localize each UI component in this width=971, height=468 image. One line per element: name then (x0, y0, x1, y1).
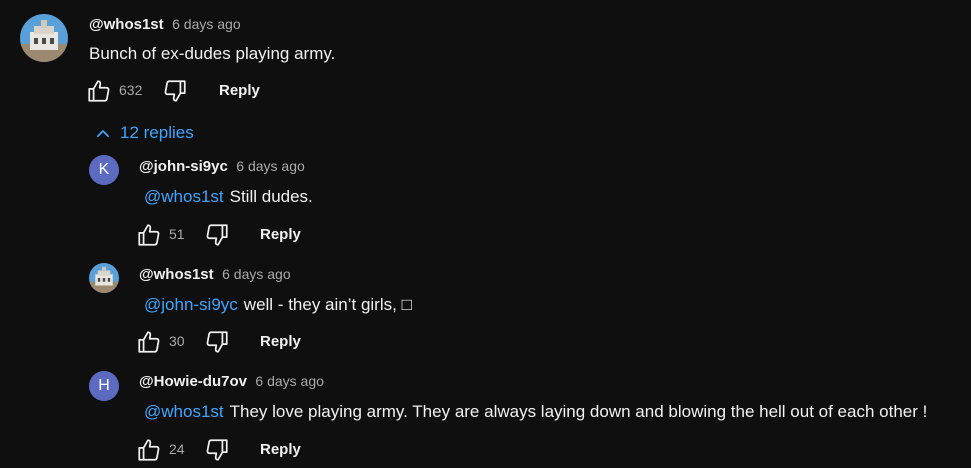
reply-header: @whos1st 6 days ago (139, 266, 291, 284)
reply-button[interactable]: Reply (260, 226, 301, 243)
reply-button[interactable]: Reply (219, 82, 260, 99)
thumbs-down-icon[interactable] (162, 78, 188, 104)
reply-text-content: Still dudes. (229, 187, 313, 206)
reply-text-content: They love playing army. They are always … (229, 402, 928, 421)
reply-author[interactable]: @john-si9yc (139, 158, 228, 175)
comment-timestamp[interactable]: 6 days ago (172, 16, 241, 32)
reply-author[interactable]: @Howie-du7ov (139, 373, 247, 390)
avatar[interactable] (20, 14, 68, 62)
reply-text: @john-si9yc well - they ain’t girls, □ (144, 295, 412, 315)
reply-text-content: well - they ain’t girls, □ (243, 295, 412, 314)
reply-actions: 24 Reply (136, 437, 336, 463)
reply-button[interactable]: Reply (260, 333, 301, 350)
mention-link[interactable]: @whos1st (144, 402, 224, 421)
thumbs-down-icon[interactable] (204, 222, 230, 248)
mention-link[interactable]: @john-si9yc (144, 295, 238, 314)
comment-header: @whos1st 6 days ago (89, 16, 241, 34)
comment-actions: 632 Reply (86, 78, 286, 104)
reply-header: @Howie-du7ov 6 days ago (139, 373, 324, 391)
reply-text: @whos1st Still dudes. (144, 187, 313, 207)
chevron-up-icon (96, 129, 110, 137)
like-count: 24 (169, 441, 185, 457)
reply-timestamp[interactable]: 6 days ago (255, 373, 324, 389)
reply-button[interactable]: Reply (260, 441, 301, 458)
avatar[interactable]: H (89, 371, 119, 401)
avatar[interactable] (89, 263, 119, 293)
reply-timestamp[interactable]: 6 days ago (236, 158, 305, 174)
replies-toggle-label: 12 replies (120, 123, 194, 142)
thumbs-down-icon[interactable] (204, 437, 230, 463)
thumbs-up-icon[interactable] (136, 329, 162, 355)
thumbs-up-icon[interactable] (136, 222, 162, 248)
thumbs-up-icon[interactable] (86, 78, 112, 104)
avatar[interactable]: K (89, 155, 119, 185)
reply-text: @whos1st They love playing army. They are… (144, 402, 927, 422)
thumbs-up-icon[interactable] (136, 437, 162, 463)
reply-header: @john-si9yc 6 days ago (139, 158, 305, 176)
comment-author[interactable]: @whos1st (89, 16, 164, 33)
like-count: 632 (119, 82, 143, 98)
reply-actions: 51 Reply (136, 222, 336, 248)
like-count: 30 (169, 333, 185, 349)
reply-timestamp[interactable]: 6 days ago (222, 266, 291, 282)
reply-author[interactable]: @whos1st (139, 266, 214, 283)
mention-link[interactable]: @whos1st (144, 187, 224, 206)
comment-thread: @whos1st 6 days ago Bunch of ex-dudes pl… (0, 0, 971, 468)
replies-toggle[interactable]: 12 replies (94, 123, 194, 143)
like-count: 51 (169, 226, 185, 242)
reply-actions: 30 Reply (136, 329, 336, 355)
comment-text: Bunch of ex-dudes playing army. (89, 44, 336, 63)
thumbs-down-icon[interactable] (204, 329, 230, 355)
